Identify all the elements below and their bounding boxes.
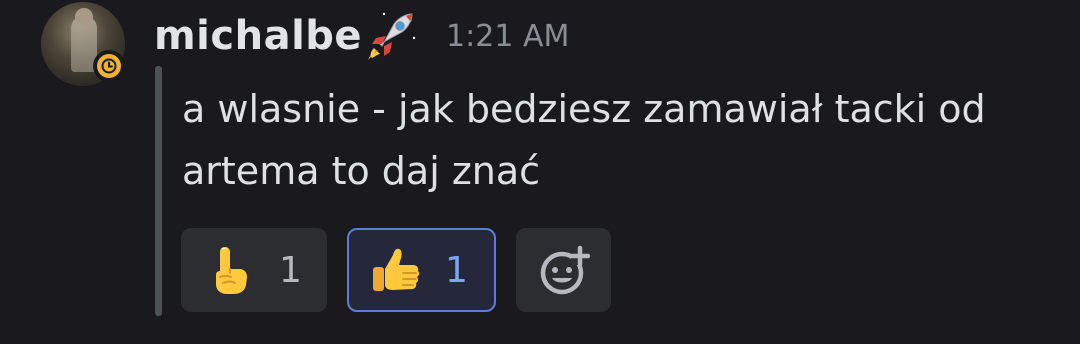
message-timestamp: 1:21 AM — [446, 18, 570, 54]
quote-bar — [155, 66, 162, 316]
add-reaction-icon — [540, 245, 590, 295]
message-text: a wlasnie - jak bedziesz zamawiał tacki … — [182, 87, 986, 193]
thumbs-up-emoji — [373, 248, 420, 291]
index-pointing-up-emoji — [216, 247, 247, 294]
rocket-icon — [368, 12, 416, 60]
message-header: michalbe 1:21 AM — [154, 8, 569, 64]
idle-clock-icon — [97, 54, 121, 78]
reactions-bar: 1 1 — [181, 228, 631, 312]
status-badge — [93, 50, 125, 82]
reaction-thumbs-up[interactable]: 1 — [347, 228, 496, 312]
username[interactable]: michalbe — [154, 13, 362, 59]
reaction-index-pointing-up[interactable]: 1 — [181, 228, 327, 312]
reaction-count: 1 — [445, 249, 468, 291]
avatar-head — [75, 8, 93, 26]
add-reaction-button[interactable] — [516, 228, 611, 312]
reaction-count: 1 — [279, 249, 302, 291]
